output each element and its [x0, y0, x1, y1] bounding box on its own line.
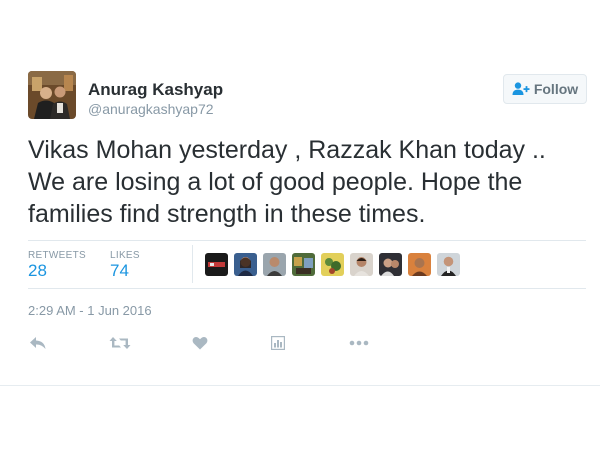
like-button[interactable] [192, 332, 208, 354]
likes-label: LIKES [110, 250, 140, 261]
stats-bottom-divider [28, 288, 586, 289]
tweet-timestamp[interactable]: 2:29 AM - 1 Jun 2016 [28, 303, 152, 318]
tweet-text-line: Vikas Mohan yesterday , Razzak Khan toda… [28, 136, 546, 164]
liker-avatar[interactable] [408, 253, 431, 276]
like-icon [192, 337, 208, 350]
tweet-bottom-divider [0, 385, 600, 386]
reply-icon [30, 337, 46, 349]
tweet-text: Vikas Mohan yesterday , Razzak Khan toda… [28, 134, 594, 230]
tweet-actions [0, 332, 600, 354]
add-user-icon [512, 82, 530, 95]
liker-avatar[interactable] [321, 253, 344, 276]
liker-avatar[interactable] [205, 253, 228, 276]
reply-button[interactable] [29, 332, 47, 354]
liker-avatar[interactable] [437, 253, 460, 276]
liker-avatar[interactable] [234, 253, 257, 276]
retweets-label: RETWEETS [28, 250, 86, 261]
tweet-text-line: families find strength in these times. [28, 200, 426, 228]
stats-vertical-divider [192, 245, 193, 283]
retweet-icon [109, 337, 131, 349]
liker-avatar[interactable] [292, 253, 315, 276]
author-avatar[interactable] [28, 71, 76, 119]
tweet-text-line: We are losing a lot of good people. Hope… [28, 168, 523, 196]
retweets-count[interactable]: 28 [28, 261, 47, 281]
liker-avatar[interactable] [263, 253, 286, 276]
author-handle[interactable]: @anuragkashyap72 [88, 100, 214, 118]
more-button[interactable] [349, 332, 369, 354]
more-icon [349, 340, 369, 346]
stats-top-divider [28, 240, 586, 241]
retweet-button[interactable] [109, 332, 131, 354]
liker-avatar[interactable] [350, 253, 373, 276]
author-name[interactable]: Anurag Kashyap [88, 80, 223, 100]
liker-avatar[interactable] [379, 253, 402, 276]
likes-count[interactable]: 74 [110, 261, 129, 281]
follow-button[interactable]: Follow [503, 74, 587, 104]
analytics-icon [271, 336, 285, 350]
tweet-card: Anurag Kashyap @anuragkashyap72 Follow V… [0, 0, 600, 450]
analytics-button[interactable] [271, 332, 285, 354]
follow-button-label: Follow [533, 81, 579, 97]
